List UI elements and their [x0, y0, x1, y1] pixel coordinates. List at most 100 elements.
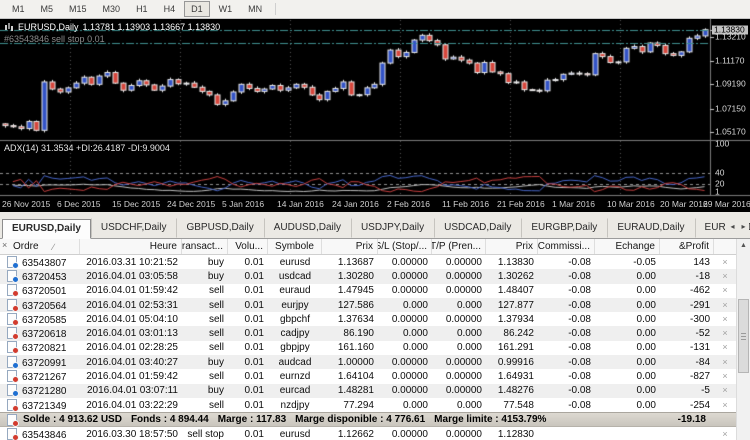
order-row-63720618[interactable]: 637206182016.04.01 03:01:13sell0.01cadjp…	[0, 326, 736, 340]
timeframe-button-m15[interactable]: M15	[62, 1, 94, 17]
chart-tab-usdchf-daily[interactable]: USDCHF,Daily	[91, 218, 177, 238]
order-id: 63720585	[22, 315, 67, 326]
chart-tab-usdcad-daily[interactable]: USDCAD,Daily	[434, 218, 521, 238]
cell-transact: buy	[182, 257, 228, 268]
sell-order-icon	[7, 370, 17, 382]
order-row-63720991[interactable]: 637209912016.04.01 03:40:27buy0.01audcad…	[0, 355, 736, 369]
chart-tab-usdjpy-daily[interactable]: USDJPY,Daily	[351, 218, 434, 238]
cell-symbole: eurusd	[268, 257, 322, 268]
cell-echange: 0.00	[595, 314, 660, 325]
cell-profit: -300	[660, 314, 714, 325]
chart-tab-gbpusd-daily[interactable]: GBPUSD,Daily	[176, 218, 263, 238]
buy-order-icon	[7, 256, 17, 268]
cell-symbole: gbpjpy	[268, 342, 322, 353]
timeframe-button-w1[interactable]: W1	[212, 1, 240, 17]
chart-tab-eurusd-daily[interactable]: EURUSD,Daily	[2, 219, 91, 239]
close-order-icon[interactable]: ×	[722, 257, 727, 267]
column-header-prix2[interactable]: Prix	[486, 239, 538, 254]
close-order-icon[interactable]: ×	[722, 328, 727, 338]
column-header-sl[interactable]: S/L (Stop/...	[378, 239, 432, 254]
column-header-profit[interactable]: &Profit	[660, 239, 714, 254]
close-order-icon[interactable]: ×	[722, 371, 727, 381]
tab-scroll-left-icon[interactable]: ◂	[727, 221, 738, 233]
order-row-63543846[interactable]: 635438462016.03.30 18:57:50sell stop0.01…	[0, 427, 736, 440]
date-axis-label: 6 Dec 2015	[57, 199, 100, 209]
cell-volu: 0.01	[228, 357, 268, 368]
chart-tab-eurgbp-daily[interactable]: EURGBP,Daily	[521, 218, 607, 238]
cell-prix: 1.13687	[322, 257, 378, 268]
cell-comm: -0.08	[538, 357, 595, 368]
order-id: 63543846	[22, 430, 67, 440]
column-header-prix[interactable]: Prix	[322, 239, 378, 254]
timeframe-button-mn[interactable]: MN	[241, 1, 269, 17]
chart-tabs-bar: EURUSD,DailyUSDCHF,DailyGBPUSD,DailyAUDU…	[0, 212, 750, 239]
cell-sl: 0.00000	[378, 285, 432, 296]
cell-sl: 0.00000	[378, 314, 432, 325]
close-order-icon[interactable]: ×	[722, 342, 727, 352]
scrollbar-thumb[interactable]	[738, 299, 749, 373]
column-header-comm[interactable]: Commissi...	[538, 239, 595, 254]
close-order-icon[interactable]: ×	[722, 400, 727, 410]
column-header-volu[interactable]: Volu...	[228, 239, 268, 254]
timeframe-button-h1[interactable]: H1	[129, 1, 155, 17]
cell-prix2: 1.12830	[486, 429, 538, 440]
table-scrollbar[interactable]: ▲	[736, 239, 750, 440]
timeframe-button-m30[interactable]: M30	[96, 1, 128, 17]
cell-sl: 0.000	[378, 400, 432, 411]
order-row-63543807[interactable]: 635438072016.03.31 10:21:52buy0.01eurusd…	[0, 255, 736, 269]
cell-prix: 1.00000	[322, 357, 378, 368]
cell-profit: -827	[660, 371, 714, 382]
column-header-echange[interactable]: Echange	[595, 239, 660, 254]
order-row-63720453[interactable]: 637204532016.04.01 03:05:58buy0.01usdcad…	[0, 269, 736, 283]
close-order-icon[interactable]: ×	[722, 429, 727, 439]
cell-heure: 2016.04.01 01:59:42	[80, 285, 182, 296]
order-row-63720501[interactable]: 637205012016.04.01 01:59:42sell0.01eurau…	[0, 284, 736, 298]
timeframe-button-d1[interactable]: D1	[184, 1, 210, 17]
column-header-transact[interactable]: Transact...	[182, 239, 228, 254]
cell-tp: 0.00000	[432, 257, 486, 268]
close-order-icon[interactable]: ×	[722, 314, 727, 324]
status-marge: Marge : 117.83	[218, 414, 286, 425]
column-header-ordre[interactable]: Ordre∕	[0, 239, 80, 254]
timeframe-button-m5[interactable]: M5	[34, 1, 61, 17]
cell-echange: 0.00	[595, 328, 660, 339]
close-order-icon[interactable]: ×	[722, 385, 727, 395]
price-axis-tick: 1.05170	[715, 127, 746, 136]
order-row-63720564[interactable]: 637205642016.04.01 02:53:31sell0.01eurjp…	[0, 298, 736, 312]
chart-area: EURUSD,Daily 1.13781 1.13903 1.13667 1.1…	[0, 19, 750, 212]
status-marge-disponible: Marge disponible : 4 776.61	[295, 414, 425, 425]
sell-order-icon	[7, 313, 17, 325]
cell-symbole: eurcad	[268, 385, 322, 396]
cell-sl: 0.00000	[378, 271, 432, 282]
price-chart-canvas[interactable]	[0, 19, 750, 212]
column-header-symbole[interactable]: Symbole	[268, 239, 322, 254]
close-order-icon[interactable]: ×	[722, 300, 727, 310]
cell-prix: 86.190	[322, 328, 378, 339]
timeframe-button-h4[interactable]: H4	[157, 1, 183, 17]
status-marge-limite: Marge limite : 4153.79%	[434, 414, 546, 425]
close-order-icon[interactable]: ×	[722, 271, 727, 281]
timeframe-button-m1[interactable]: M1	[5, 1, 32, 17]
column-header-tp[interactable]: T/P (Pren...	[432, 239, 486, 254]
chart-tab-audusd-daily[interactable]: AUDUSD,Daily	[264, 218, 351, 238]
order-row-63721280[interactable]: 637212802016.04.01 03:07:11buy0.01eurcad…	[0, 384, 736, 398]
order-row-63721267[interactable]: 637212672016.04.01 01:59:42sell0.01eurnz…	[0, 369, 736, 383]
order-id: 63721267	[22, 372, 67, 383]
order-row-63721349[interactable]: 637213492016.04.01 03:22:29sell0.01nzdjp…	[0, 398, 736, 412]
close-order-icon[interactable]: ×	[722, 285, 727, 295]
scrollbar-up-icon[interactable]: ▲	[737, 239, 750, 252]
terminal-close-icon[interactable]: ×	[2, 241, 7, 250]
order-row-63720585[interactable]: 637205852016.04.01 05:04:10sell0.01gbpch…	[0, 312, 736, 326]
order-id: 63721280	[22, 386, 67, 397]
column-header-heure[interactable]: Heure	[80, 239, 182, 254]
close-order-icon[interactable]: ×	[722, 357, 727, 367]
tab-scroll-right-icon[interactable]: ▸	[738, 221, 749, 233]
cell-symbole: euraud	[268, 285, 322, 296]
order-row-63720821[interactable]: 637208212016.04.01 02:28:25sell0.01gbpjp…	[0, 341, 736, 355]
order-id: 63720618	[22, 329, 67, 340]
toolbar-separator	[275, 3, 276, 15]
cell-profit: -254	[660, 400, 714, 411]
cell-transact: sell	[182, 285, 228, 296]
order-id: 63720501	[22, 286, 67, 297]
chart-tab-euraud-daily[interactable]: EURAUD,Daily	[607, 218, 694, 238]
